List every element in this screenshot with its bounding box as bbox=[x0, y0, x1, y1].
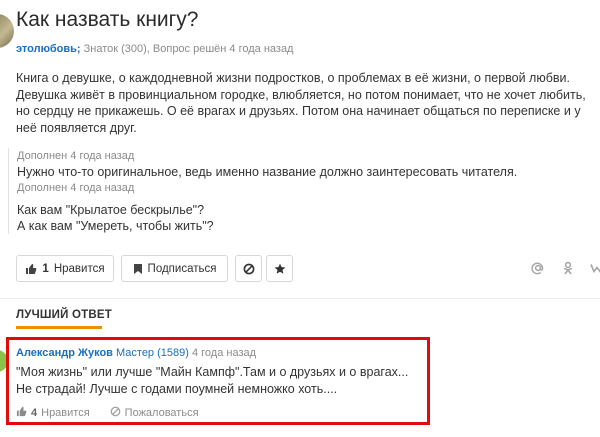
question-additions: Дополнен 4 года назад Нужно что-то ориги… bbox=[8, 148, 589, 234]
best-answer-label: ЛУЧШИЙ ОТВЕТ bbox=[16, 309, 112, 321]
block-button[interactable] bbox=[235, 255, 262, 282]
question-title: Как назвать книгу? bbox=[16, 8, 199, 31]
answer-text: "Моя жизнь" или лучше "Майн Кампф".Там и… bbox=[16, 364, 426, 398]
question-author-link[interactable]: этолюбовь; bbox=[16, 43, 81, 55]
block-icon bbox=[243, 263, 255, 275]
answer-time: 4 года назад bbox=[191, 347, 257, 359]
like-button[interactable]: 1 Нравится bbox=[16, 255, 114, 282]
question-author-avatar[interactable] bbox=[0, 14, 14, 48]
answer-line: "Моя жизнь" или лучше "Майн Кампф".Там и… bbox=[16, 365, 409, 379]
addition-meta: Дополнен 4 года назад bbox=[17, 150, 135, 162]
at-icon[interactable] bbox=[531, 261, 545, 275]
addition-block: Дополнен 4 года назад Как вам "Крылатое … bbox=[9, 180, 589, 234]
vk-icon[interactable] bbox=[590, 261, 600, 275]
like-label: Нравится bbox=[53, 262, 105, 275]
answer-line: Не страдай! Лучше с годами поумней немно… bbox=[16, 382, 338, 396]
best-answer-underline bbox=[16, 326, 102, 329]
addition-text: Нужно что-то оригинальное, ведь именно н… bbox=[17, 165, 518, 179]
question-meta-text: Знаток (300), Вопрос решён 4 года назад bbox=[80, 43, 294, 55]
thumbs-up-icon bbox=[25, 263, 37, 275]
bookmark-icon bbox=[133, 263, 143, 275]
addition-text: Как вам "Крылатое бескрылье"? bbox=[17, 203, 205, 217]
addition-meta: Дополнен 4 года назад bbox=[17, 182, 135, 194]
subscribe-button[interactable]: Подписаться bbox=[121, 255, 228, 282]
like-count: 1 bbox=[42, 262, 49, 275]
answer-meta: Александр Жуков Мастер (1589) 4 года наз… bbox=[16, 347, 256, 359]
question-meta: этолюбовь; Знаток (300), Вопрос решён 4 … bbox=[16, 43, 293, 55]
thumbs-up-icon[interactable] bbox=[16, 406, 27, 420]
answer-author-link[interactable]: Александр Жуков bbox=[16, 347, 113, 359]
odnoklassniki-icon[interactable] bbox=[561, 261, 575, 275]
addition-text: А как вам "Умереть, чтобы жить"? bbox=[17, 219, 214, 233]
favorite-button[interactable] bbox=[266, 255, 293, 282]
answer-footer: 4 Нравится Пожаловаться bbox=[16, 406, 199, 420]
answer-author-rank: Мастер (1589) bbox=[116, 347, 189, 359]
complain-link[interactable]: Пожаловаться bbox=[125, 407, 199, 419]
answer-like-count: 4 bbox=[31, 407, 38, 419]
addition-block: Дополнен 4 года назад Нужно что-то ориги… bbox=[9, 148, 589, 180]
subscribe-label: Подписаться bbox=[147, 262, 217, 275]
question-body: Книга о девушке, о каждодневной жизни по… bbox=[16, 71, 586, 135]
answer-like-label[interactable]: Нравится bbox=[41, 407, 90, 419]
star-icon bbox=[274, 263, 286, 275]
section-divider bbox=[0, 298, 600, 299]
block-icon bbox=[110, 406, 121, 420]
